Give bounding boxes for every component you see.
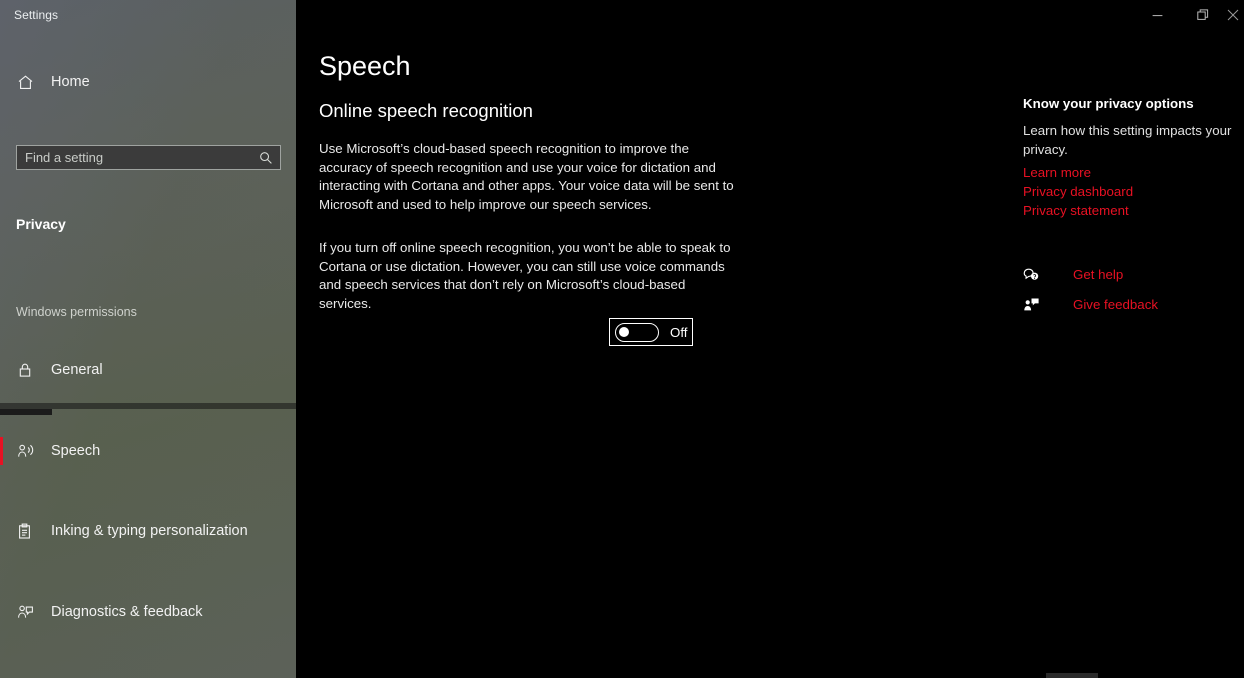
action-get-help[interactable]: Get help <box>1023 264 1123 284</box>
rail-subtitle: Learn how this setting impacts your priv… <box>1023 123 1232 157</box>
sidebar-bottom-nub <box>0 409 52 415</box>
sidebar-category-title: Privacy <box>16 216 66 232</box>
restore-button[interactable] <box>1180 0 1225 30</box>
action-give-feedback-label[interactable]: Give feedback <box>1073 297 1158 312</box>
sidebar-item-inking-typing-personalization[interactable]: Inking & typing personalization <box>0 513 296 549</box>
close-button[interactable] <box>1225 0 1244 30</box>
action-get-help-label[interactable]: Get help <box>1073 267 1123 282</box>
toggle-knob <box>619 327 629 337</box>
home-icon <box>17 74 41 91</box>
sidebar-item-general-label: General <box>51 362 103 378</box>
search-icon[interactable] <box>252 151 280 165</box>
close-icon <box>1227 9 1239 21</box>
window-controls <box>1135 0 1244 30</box>
lock-icon <box>17 362 39 378</box>
description-paragraph-1: Use Microsoft’s cloud-based speech recog… <box>319 141 734 213</box>
action-give-feedback[interactable]: Give feedback <box>1023 294 1158 314</box>
sidebar-item-speech-label: Speech <box>51 443 101 459</box>
sidebar-item-inking-typing-personalization-label: Inking & typing personalization <box>51 523 248 539</box>
link-learn-more[interactable]: Learn more <box>1023 165 1091 180</box>
sidebar-item-speech[interactable]: Speech <box>0 433 296 469</box>
sidebar: Settings Home Privacy Windows permission… <box>0 0 296 678</box>
search-input[interactable] <box>17 146 252 169</box>
diagnostics-icon <box>17 604 39 620</box>
right-rail: Know your privacy options Learn how this… <box>1023 0 1244 678</box>
sidebar-item-general[interactable]: General <box>0 352 296 388</box>
search-box[interactable] <box>16 145 281 170</box>
link-privacy-dashboard[interactable]: Privacy dashboard <box>1023 184 1133 199</box>
page-title: Speech <box>319 51 411 81</box>
speech-icon <box>17 443 39 459</box>
sidebar-item-activity-history[interactable]: Activity history <box>0 674 296 678</box>
sidebar-item-home[interactable]: Home <box>0 66 296 98</box>
rail-title: Know your privacy options <box>1023 96 1194 111</box>
online-speech-recognition-toggle[interactable] <box>615 322 659 342</box>
toggle-state-label: Off <box>670 324 688 340</box>
sidebar-item-diagnostics-feedback[interactable]: Diagnostics & feedback <box>0 594 296 630</box>
restore-icon <box>1196 9 1209 21</box>
link-privacy-statement[interactable]: Privacy statement <box>1023 203 1129 218</box>
settings-window: Settings Home Privacy Windows permission… <box>0 0 1244 678</box>
window-title: Settings <box>14 8 59 22</box>
feedback-icon <box>1023 297 1045 312</box>
help-icon <box>1023 267 1045 282</box>
minimize-icon <box>1152 10 1163 21</box>
clipboard-icon <box>17 523 39 540</box>
online-speech-recognition-toggle-focus-ring: Off <box>609 318 693 346</box>
section-title-online-speech-recognition: Online speech recognition <box>319 100 533 121</box>
minimize-button[interactable] <box>1135 0 1180 30</box>
sidebar-item-diagnostics-feedback-label: Diagnostics & feedback <box>51 604 203 620</box>
sidebar-group-heading-windows-permissions: Windows permissions <box>16 305 137 319</box>
sidebar-item-home-label: Home <box>51 74 90 90</box>
description-paragraph-2: If you turn off online speech recognitio… <box>319 240 731 312</box>
